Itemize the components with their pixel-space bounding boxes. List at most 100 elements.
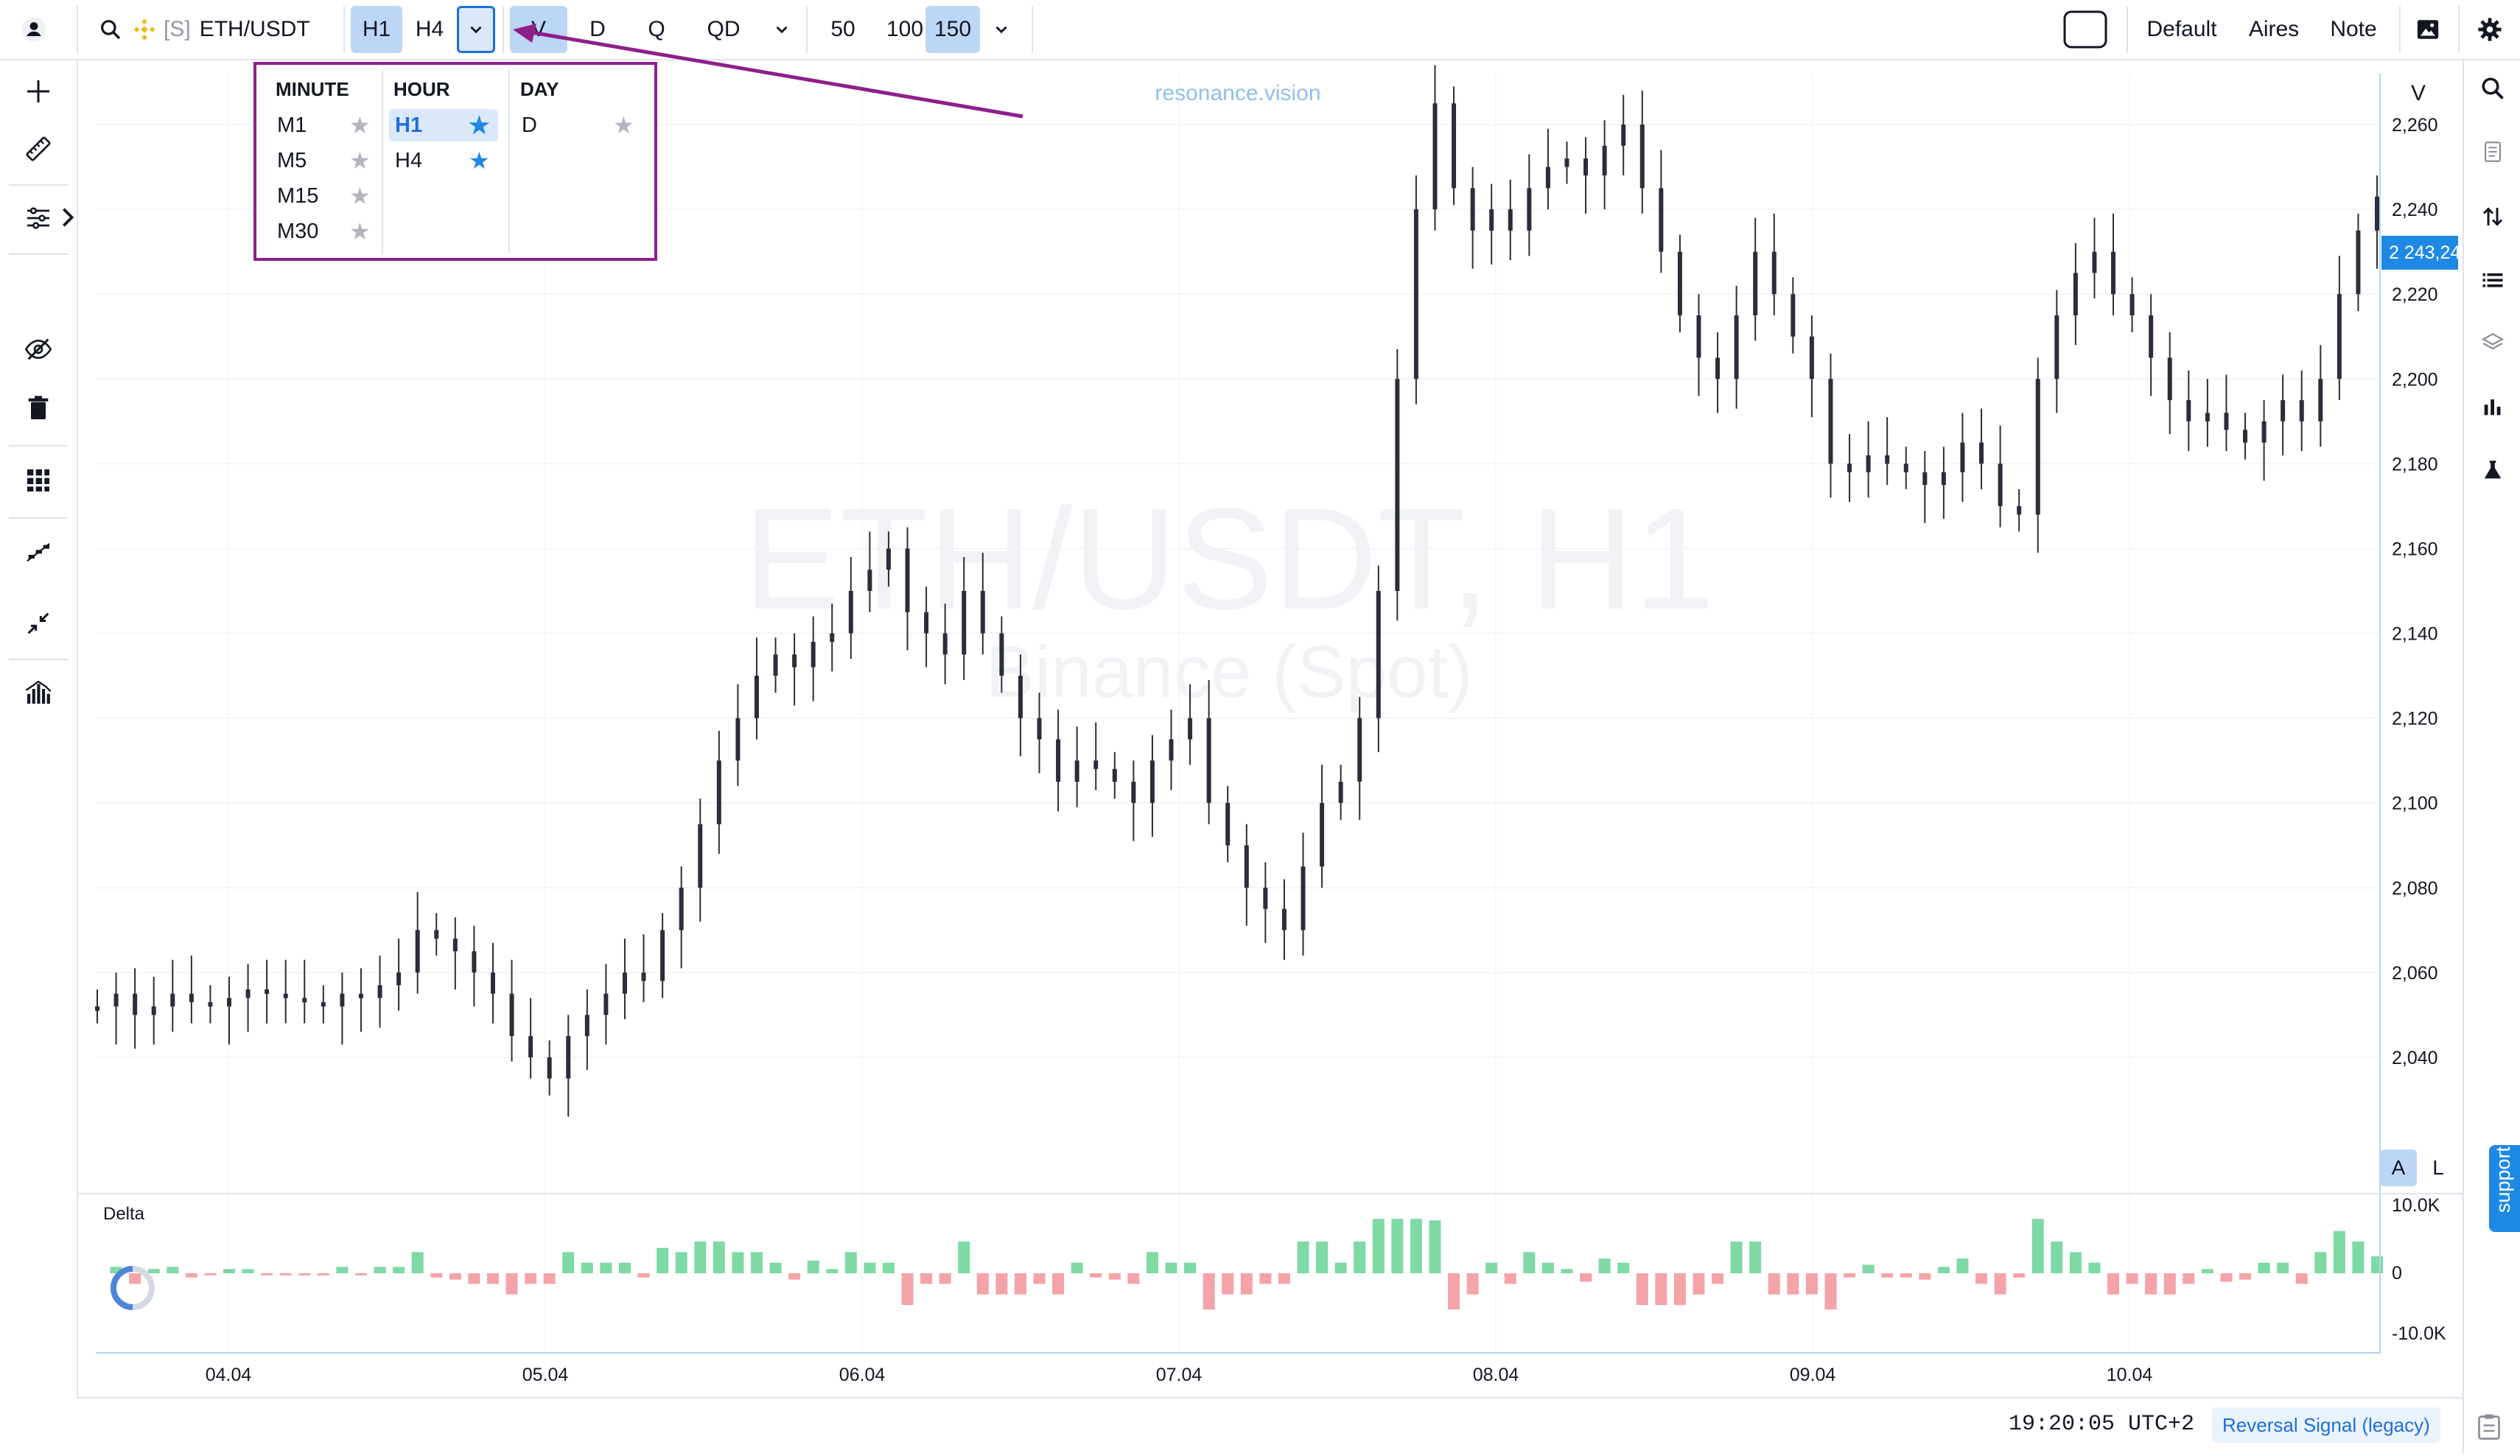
candle-body [2167,357,2172,401]
delta-tick-label: -10.0K [2392,1323,2446,1344]
delta-bar [1052,1273,1065,1295]
candle-body [2092,251,2097,273]
axis-top-label: V [2411,81,2426,105]
delta-bar [1090,1273,1102,1278]
candle-body [2337,294,2342,379]
candle-body [283,993,288,998]
candle-body [208,1002,213,1007]
candle-body [452,938,458,952]
delta-bar [1862,1264,1875,1273]
hour-header: HOUR [393,78,450,100]
candle-body [189,993,194,1003]
candle-body [1659,188,1664,252]
delta-bar [1165,1262,1177,1273]
delta-bar [1240,1273,1253,1295]
delta-bar [844,1252,857,1273]
delta-bar [2126,1273,2138,1284]
clipboard-button[interactable] [2476,1412,2502,1445]
brand-watermark: resonance.vision [1155,81,1320,105]
delta-bar [449,1273,461,1280]
candle-body [2205,413,2210,421]
timeframe-m5-item[interactable]: M5 ★ [271,144,374,177]
timeframe-h1-item[interactable]: H1 ★ [389,109,498,141]
delta-bar [2352,1241,2365,1273]
candle-body [773,654,778,676]
delta-bar [807,1260,819,1273]
delta-bar [2258,1262,2270,1273]
favorite-star-icon[interactable]: ★ [349,182,371,210]
candle-body [2129,294,2135,315]
delta-bar [1485,1262,1498,1273]
candle-body [754,676,759,718]
delta-bar [2031,1219,2044,1273]
candle-body [1583,158,1589,176]
candle-body [1301,866,1306,931]
log-scale-button[interactable]: L [2420,1149,2457,1186]
candle-body [1169,739,1174,761]
auto-scale-button[interactable]: A [2380,1149,2417,1186]
candle-body [1074,760,1079,782]
minute-column: MINUTE M1 ★ M5 ★ M15 ★ M30 ★ [256,65,382,258]
delta-bar [525,1273,537,1284]
indicator-badge[interactable]: Reversal Signal (legacy) [2212,1407,2440,1443]
candle-body [1941,472,1946,486]
delta-bar [1259,1273,1272,1284]
delta-bar [995,1273,1008,1295]
delta-bar [1541,1262,1554,1273]
timeframe-m30-item[interactable]: M30 ★ [271,215,374,248]
candle-body [547,1057,552,1079]
delta-bar [1937,1267,1950,1273]
delta-bar [1184,1262,1197,1273]
delta-bar [1504,1273,1516,1284]
candle-body [999,633,1004,676]
candle-body [1753,251,1758,315]
delta-bar [1787,1273,1799,1295]
favorite-star-icon[interactable]: ★ [469,111,490,139]
candle-body [1602,145,1607,176]
timeframe-h4-item[interactable]: H4 ★ [389,144,498,177]
delta-bar [1523,1252,1536,1273]
delta-bar [2069,1252,2082,1273]
favorite-star-icon[interactable]: ★ [349,147,371,175]
delta-bar [1617,1262,1630,1273]
delta-bar [374,1267,386,1273]
timeframe-m1-item[interactable]: M1 ★ [271,109,374,141]
candle-body [830,633,835,643]
candle-body [2111,251,2116,295]
y-tick-label: 2,220 [2392,284,2438,305]
delta-bar [1146,1252,1158,1273]
candle-body [886,548,891,570]
y-tick-label: 2,060 [2392,963,2438,984]
delta-bar [129,1273,141,1284]
delta-bar [1278,1273,1290,1284]
candle-body [151,1006,156,1015]
delta-bar [694,1241,707,1273]
candle-body [1527,188,1532,231]
delta-bar [1881,1273,1894,1278]
candle-body [302,998,307,1003]
delta-bar [637,1273,650,1278]
delta-bar [1448,1273,1460,1310]
delta-bar [1975,1273,1988,1284]
candle-body [509,993,514,1037]
x-tick-label: 07.04 [1156,1365,1203,1385]
candle-body [1715,357,1721,379]
favorite-star-icon[interactable]: ★ [349,217,371,245]
candle-body [1037,718,1042,740]
candle-body [490,972,495,994]
candle-body [1018,676,1023,718]
candle-body [1452,103,1457,189]
y-tick-label: 2,200 [2392,369,2438,390]
candle-body [2017,505,2022,515]
candle-body [905,548,910,612]
favorite-star-icon[interactable]: ★ [613,111,634,139]
candle-body [528,1036,533,1057]
y-tick-label: 2,260 [2392,115,2438,136]
candle-body [1470,188,1475,231]
delta-bar [1334,1262,1347,1273]
delta-bar [1561,1269,1573,1273]
timeframe-d-item[interactable]: D ★ [516,109,648,141]
favorite-star-icon[interactable]: ★ [469,147,490,175]
timeframe-m15-item[interactable]: M15 ★ [271,180,374,212]
favorite-star-icon[interactable]: ★ [349,111,371,139]
